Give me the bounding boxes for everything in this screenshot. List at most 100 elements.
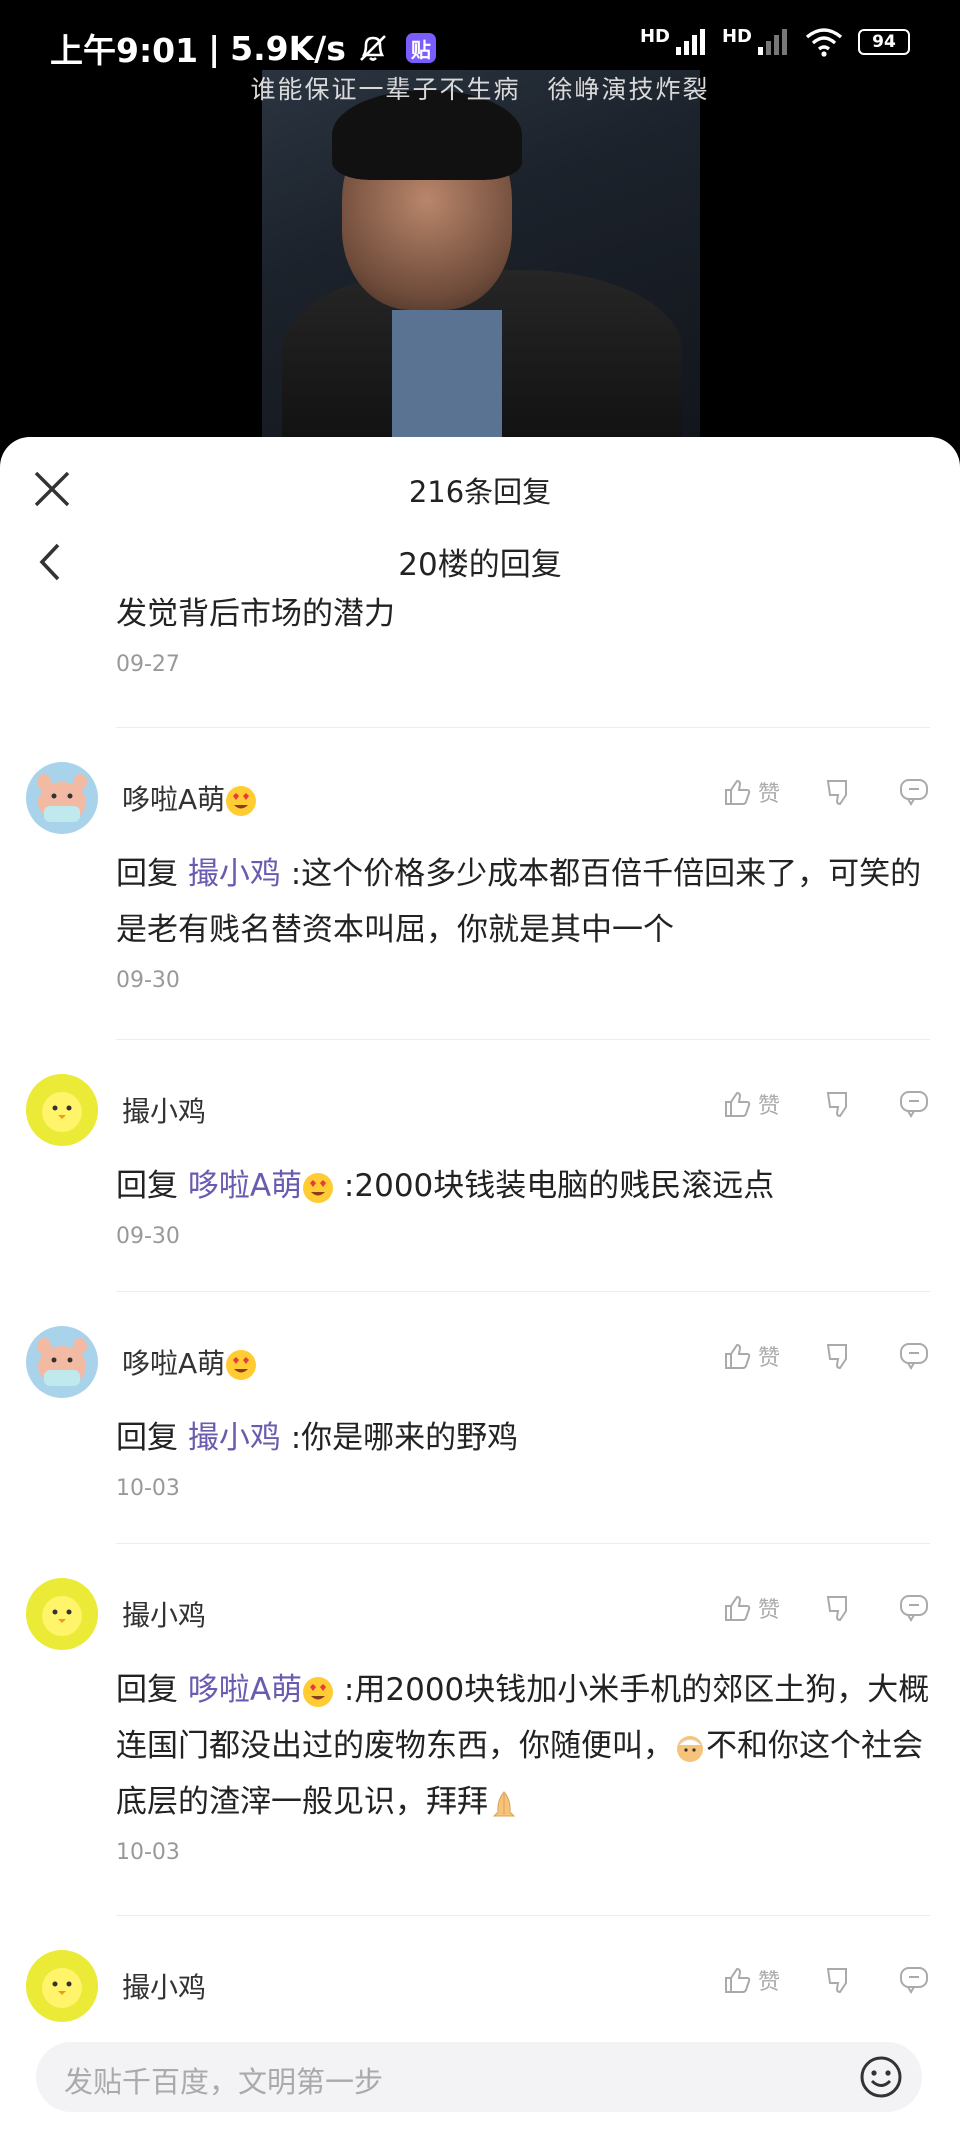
battery-icon: 94: [858, 29, 910, 55]
pig-avatar-icon: [37, 1338, 87, 1386]
username[interactable]: 哆啦A萌: [122, 778, 257, 818]
comment-content: :你是哪来的野鸡: [280, 1420, 519, 1456]
thumb-up-icon: [724, 1343, 751, 1369]
reply-sheet: 216条回复 20楼的回复 发觉背后市场的潜力 09-27 哆啦A萌 赞 回复 …: [0, 437, 960, 2133]
reply-text: 发觉背后市场的潜力: [116, 596, 395, 632]
reply-prefix: 回复: [116, 856, 178, 892]
comment-icon[interactable]: [898, 1341, 930, 1371]
chick-avatar-icon: [42, 1596, 82, 1636]
comment-actions: 赞: [722, 1964, 930, 1996]
floor-title: 20楼的回复: [398, 547, 562, 583]
avatar[interactable]: [26, 1578, 98, 1650]
status-separator: |: [208, 28, 221, 68]
divider: [116, 1543, 930, 1544]
comment-icon[interactable]: [898, 777, 930, 807]
mute-bell-icon: [359, 35, 386, 61]
comment-date: 10-03: [116, 1840, 180, 1865]
heart-eyes-emoji-icon: [226, 1350, 257, 1380]
input-placeholder: 发贴千百度，文明第一步: [64, 2065, 384, 2099]
comment-text: 回复 撮小鸡 :这个价格多少成本都百倍千倍回来了，可笑的是老有贱名替资本叫屈，你…: [116, 846, 936, 958]
thumb-down-icon[interactable]: [824, 1341, 854, 1371]
divider: [116, 1039, 930, 1040]
praying-hands-emoji-icon: [492, 1790, 516, 1816]
comment-actions: 赞: [722, 1592, 930, 1624]
list-item: 发觉背后市场的潜力 09-27: [116, 586, 930, 677]
divider: [116, 727, 930, 728]
like-button[interactable]: 赞: [722, 1964, 780, 1996]
comment-text: 回复 哆啦A萌 :2000块钱装电脑的贱民滚远点: [116, 1158, 936, 1214]
divider: [116, 1291, 930, 1292]
video-frame-shirt: [392, 310, 502, 440]
bottom-input-bar: 发贴千百度，文明第一步: [0, 2030, 960, 2133]
reply-prefix: 回复: [116, 1420, 178, 1456]
like-label: 赞: [757, 1346, 780, 1371]
comment-body: 回复 哆啦A萌 :2000块钱装电脑的贱民滚远点 09-30: [116, 1158, 936, 1249]
pig-avatar-icon: [37, 774, 87, 822]
video-player[interactable]: [262, 70, 700, 440]
like-button[interactable]: 赞: [722, 1340, 780, 1372]
emoji-picker-icon[interactable]: [858, 2054, 904, 2100]
comment-icon[interactable]: [898, 1965, 930, 1995]
reply-date: 09-27: [116, 652, 180, 677]
avatar[interactable]: [26, 1326, 98, 1398]
wifi-icon: [805, 28, 843, 57]
tieba-app-icon: 贴: [405, 33, 436, 63]
sheet-title: 216条回复: [408, 475, 552, 509]
mention-link[interactable]: 撮小鸡: [188, 856, 281, 892]
avatar[interactable]: [26, 762, 98, 834]
like-button[interactable]: 赞: [722, 1088, 780, 1120]
username-text: 撮小鸡: [122, 1095, 207, 1128]
thumb-up-icon: [724, 779, 751, 805]
comment-date: 09-30: [116, 1224, 180, 1249]
username[interactable]: 撮小鸡: [122, 1594, 206, 1634]
old-man-emoji-icon: [677, 1735, 703, 1762]
chick-avatar-icon: [42, 1092, 82, 1132]
comment-actions: 赞: [722, 1340, 930, 1372]
comment-text: 回复 哆啦A萌 :用2000块钱加小米手机的郊区土狗，大概连国门都没出过的废物东…: [116, 1662, 936, 1830]
username[interactable]: 哆啦A萌: [122, 1342, 257, 1382]
comment-date: 09-30: [116, 968, 180, 993]
comment-content: :2000块钱装电脑的贱民滚远点: [334, 1168, 775, 1204]
status-left: 上午9:01 | 5.9K/s 贴: [50, 24, 436, 72]
thumb-up-icon: [724, 1967, 751, 1993]
signal-icon: [675, 29, 705, 55]
chick-avatar-icon: [42, 1968, 82, 2008]
username-text: 哆啦A萌: [122, 1347, 226, 1380]
heart-eyes-emoji-icon: [303, 1172, 334, 1203]
comment-actions: 赞: [722, 1088, 930, 1120]
comment-icon[interactable]: [898, 1593, 930, 1623]
thumb-down-icon[interactable]: [824, 777, 854, 807]
heart-eyes-emoji-icon: [226, 786, 257, 816]
comment-input[interactable]: 发贴千百度，文明第一步: [36, 2042, 922, 2112]
comment-icon[interactable]: [898, 1089, 930, 1119]
status-right: HD HD 94: [640, 26, 910, 58]
reply-prefix: 回复: [116, 1672, 178, 1708]
avatar[interactable]: [26, 1950, 98, 2022]
like-label: 赞: [757, 1598, 780, 1623]
username[interactable]: 撮小鸡: [122, 1090, 206, 1130]
thumb-up-icon: [724, 1595, 751, 1621]
thumb-down-icon[interactable]: [824, 1965, 854, 1995]
like-button[interactable]: 赞: [722, 1592, 780, 1624]
mention-link[interactable]: 撮小鸡: [188, 1420, 281, 1456]
like-label: 赞: [757, 782, 780, 807]
comment-body: 回复 撮小鸡 :这个价格多少成本都百倍千倍回来了，可笑的是老有贱名替资本叫屈，你…: [116, 846, 936, 993]
status-net-speed: 5.9K/s: [230, 28, 346, 68]
username-text: 哆啦A萌: [122, 783, 226, 816]
divider: [116, 1915, 930, 1916]
username-text: 撮小鸡: [122, 1971, 207, 2004]
username[interactable]: 撮小鸡: [122, 1966, 206, 2006]
video-subtitle: 谁能保证一辈子不生病 徐峥演技炸裂: [250, 75, 710, 104]
like-button[interactable]: 赞: [722, 776, 780, 808]
comment-actions: 赞: [722, 776, 930, 808]
avatar[interactable]: [26, 1074, 98, 1146]
thumb-down-icon[interactable]: [824, 1089, 854, 1119]
thumb-down-icon[interactable]: [824, 1593, 854, 1623]
comment-date: 10-03: [116, 1476, 180, 1501]
like-label: 赞: [757, 1094, 780, 1119]
mention-link[interactable]: 哆啦A萌: [188, 1672, 302, 1708]
comment-text: 回复 撮小鸡 :你是哪来的野鸡: [116, 1410, 936, 1466]
hd-label-1: HD: [639, 26, 670, 47]
mention-link[interactable]: 哆啦A萌: [188, 1168, 302, 1204]
comment-body: 回复 哆啦A萌 :用2000块钱加小米手机的郊区土狗，大概连国门都没出过的废物东…: [116, 1662, 936, 1865]
